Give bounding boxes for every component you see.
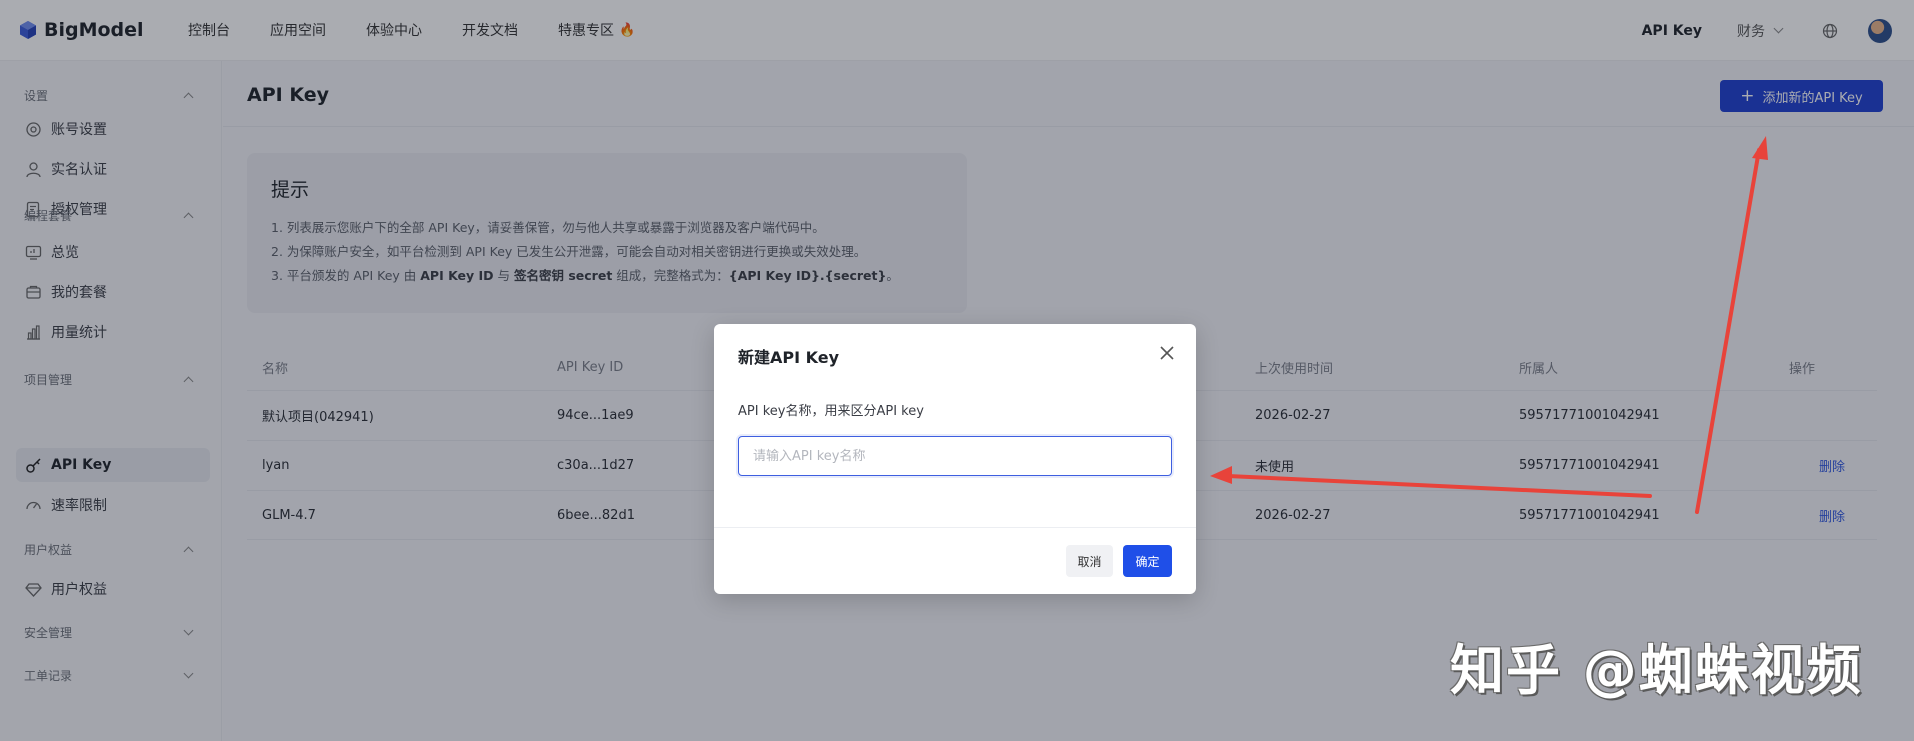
api-key-name-input[interactable] bbox=[738, 436, 1172, 476]
confirm-button[interactable]: 确定 bbox=[1123, 545, 1172, 577]
api-key-name-label: API key名称，用来区分API key bbox=[738, 404, 924, 419]
cancel-button[interactable]: 取消 bbox=[1066, 545, 1113, 577]
zhihu-watermark: 知乎 @蜘蛛视频 bbox=[1450, 639, 1863, 702]
close-icon[interactable] bbox=[1158, 344, 1176, 362]
dialog-divider bbox=[714, 527, 1196, 528]
new-api-key-dialog: 新建API Key API key名称，用来区分API key 取消 确定 bbox=[714, 324, 1196, 594]
dialog-title: 新建API Key bbox=[738, 348, 840, 367]
